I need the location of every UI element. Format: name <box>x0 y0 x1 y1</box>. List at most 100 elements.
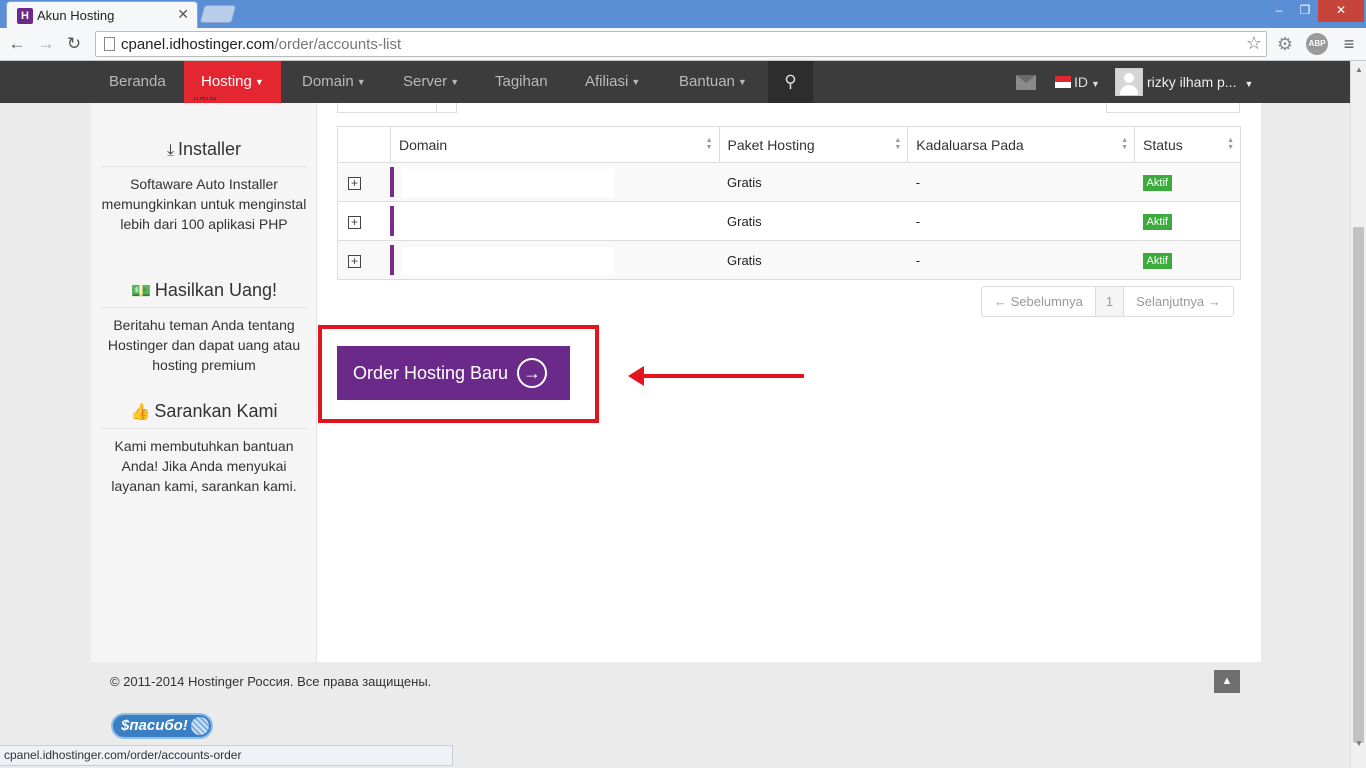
sidebar-earn-money-title: 💵 Hasilkan Uang! <box>101 280 307 308</box>
expand-icon[interactable]: + <box>348 176 361 190</box>
tab-title: Akun Hosting <box>37 8 115 23</box>
nav-beranda[interactable]: Beranda <box>109 61 166 103</box>
pagination-page-1[interactable]: 1 <box>1094 287 1125 316</box>
table-row: + Gratis - Aktif <box>337 240 1241 280</box>
table-header-row: Domain ▲ ▼ Paket Hosting ▲ ▼ Kadaluarsa Pada… <box>337 126 1241 163</box>
sidebar-earn-money: 💵 Hasilkan Uang! Beritahu teman Anda tent… <box>101 280 307 375</box>
status-badge: Aktif <box>1142 252 1172 269</box>
tab-close-icon[interactable]: ✕ <box>177 6 189 23</box>
user-menu[interactable]: rizky ilham p... ▼ <box>1147 61 1253 105</box>
url-text[interactable]: cpanel.idhostinger.com/order/accounts-li… <box>121 36 401 53</box>
domain-redacted <box>402 169 615 197</box>
accounts-table: Domain ▲ ▼ Paket Hosting ▲ ▼ Kadaluarsa Pada… <box>337 126 1241 280</box>
nav-afiliasi[interactable]: Afiliasi ▼ <box>585 61 640 103</box>
filter-select-peek[interactable] <box>337 103 437 113</box>
domain-accent-bar <box>390 167 395 197</box>
chevron-down-icon: ▼ <box>356 77 366 87</box>
column-header-package[interactable]: Paket Hosting ▲ ▼ <box>718 126 909 163</box>
search-field-peek[interactable] <box>1106 103 1240 113</box>
domain-cell[interactable] <box>390 201 719 241</box>
expand-icon[interactable]: + <box>348 215 361 229</box>
abp-icon[interactable]: ABP <box>1306 33 1328 55</box>
sort-icon: ▲ ▼ <box>705 137 713 151</box>
new-tab-button[interactable] <box>199 5 237 23</box>
avatar[interactable] <box>1115 68 1143 96</box>
bookmark-star-icon[interactable]: ☆ <box>1246 33 1262 54</box>
footer-copyright: © 2011-2014 Hostinger Россия. Все права … <box>110 674 432 689</box>
chevron-down-icon: ▼ <box>1091 79 1100 89</box>
chevron-down-icon: ▼ <box>254 77 264 87</box>
window-maximize-button[interactable]: ❐ <box>1292 0 1318 22</box>
package-cell: Gratis <box>719 201 908 241</box>
sidebar-installer-title: ⤓ Installer <box>101 139 307 167</box>
window-minimize-button[interactable]: – <box>1266 0 1292 22</box>
pagination-prev-button[interactable]: ← Sebelumnya <box>982 287 1095 316</box>
expires-cell: - <box>907 162 1135 202</box>
back-icon[interactable]: ← <box>6 33 28 55</box>
scroll-thumb[interactable] <box>1353 227 1364 743</box>
status-badge: Aktif <box>1142 213 1172 230</box>
column-header-expires[interactable]: Kadaluarsa Pada ▲ ▼ <box>907 126 1136 163</box>
browser-tab[interactable]: H Akun Hosting ✕ <box>6 1 198 28</box>
language-selector[interactable]: ID ▼ <box>1074 61 1100 105</box>
domain-accent-bar <box>390 245 395 275</box>
vertical-scrollbar[interactable]: ▲ ▼ <box>1350 61 1366 768</box>
order-hosting-button[interactable]: Order Hosting Baru → <box>337 346 570 400</box>
nav-server[interactable]: Server ▼ <box>403 61 459 103</box>
package-cell: Gratis <box>719 162 908 202</box>
column-header-domain[interactable]: Domain ▲ ▼ <box>389 126 720 163</box>
window-close-button[interactable]: ✕ <box>1318 0 1364 22</box>
indonesia-flag-icon <box>1055 76 1071 88</box>
sidebar-installer-text: Softaware Auto Installer memungkinkan un… <box>101 176 307 232</box>
nav-tagihan[interactable]: Tagihan <box>495 61 548 103</box>
domain-cell[interactable] <box>390 240 719 280</box>
scroll-down-icon[interactable]: ▼ <box>1351 737 1366 751</box>
column-header-status[interactable]: Status ▲ ▼ <box>1134 126 1241 163</box>
sidebar-recommend-title: 👍 Sarankan Kami <box>101 401 307 429</box>
page-icon <box>104 37 115 51</box>
gear-icon[interactable]: ⚙ <box>1274 33 1296 55</box>
status-badge: Aktif <box>1142 174 1172 191</box>
forward-icon[interactable]: → <box>35 33 57 55</box>
chevron-down-icon: ▼ <box>1244 79 1254 89</box>
browser-toolbar: ← → ↻ cpanel.idhostinger.com/order/accou… <box>0 28 1366 61</box>
sidebar-earn-money-text: Beritahu teman Anda tentang Hostinger da… <box>107 317 301 373</box>
arrow-right-circle-icon: → <box>517 358 547 388</box>
menu-icon[interactable]: ≡ <box>1338 33 1360 55</box>
domain-redacted <box>402 247 615 275</box>
hostinger-favicon-icon: H <box>17 8 33 24</box>
sidebar-recommend-text: Kami membutuhkan bantuan Anda! Jika Anda… <box>111 438 297 494</box>
search-icon[interactable]: ⚲ <box>768 61 813 103</box>
table-row: + Gratis - Aktif <box>337 201 1241 241</box>
annotation-arrow-line <box>640 374 804 378</box>
chevron-down-icon: ▼ <box>631 77 641 87</box>
reload-icon[interactable]: ↻ <box>63 33 85 55</box>
mail-icon[interactable] <box>1016 75 1036 90</box>
nav-bantuan[interactable]: Bantuan ▼ <box>679 61 747 103</box>
sort-icon: ▲ ▼ <box>1121 137 1129 151</box>
browser-status-bar: cpanel.idhostinger.com/order/accounts-or… <box>0 745 453 766</box>
expand-icon[interactable]: + <box>348 254 361 268</box>
address-bar[interactable]: cpanel.idhostinger.com/order/accounts-li… <box>95 31 1267 57</box>
back-to-top-icon[interactable]: ▲ <box>1214 670 1240 693</box>
thumbs-up-icon: 👍 <box>130 404 151 421</box>
money-icon: 💵 <box>131 283 151 300</box>
pagination: ← Sebelumnya 1 Selanjutnya → <box>981 286 1234 317</box>
expires-cell: - <box>907 240 1135 280</box>
browser-titlebar: H Akun Hosting ✕ – ❐ ✕ <box>0 0 1366 28</box>
filter-button-peek[interactable] <box>437 103 457 113</box>
domain-accent-bar <box>390 206 395 236</box>
domain-cell[interactable] <box>390 162 719 202</box>
pagination-next-button[interactable]: Selanjutnya → <box>1124 287 1233 316</box>
scroll-up-icon[interactable]: ▲ <box>1351 63 1366 77</box>
column-header-expand <box>337 126 391 163</box>
sidebar-installer: ⤓ Installer Softaware Auto Installer memu… <box>101 139 307 234</box>
domain-redacted <box>402 208 615 236</box>
sidebar-recommend: 👍 Sarankan Kami Kami membutuhkan bantuan … <box>101 401 307 496</box>
spasibo-badge[interactable]: $пасибо! <box>111 713 213 739</box>
nav-domain[interactable]: Domain ▼ <box>302 61 366 103</box>
package-cell: Gratis <box>719 240 908 280</box>
sort-icon: ▲ ▼ <box>894 137 902 151</box>
sidebar: ⤓ Installer Softaware Auto Installer memu… <box>91 103 317 662</box>
table-row: + Gratis - Aktif <box>337 162 1241 202</box>
